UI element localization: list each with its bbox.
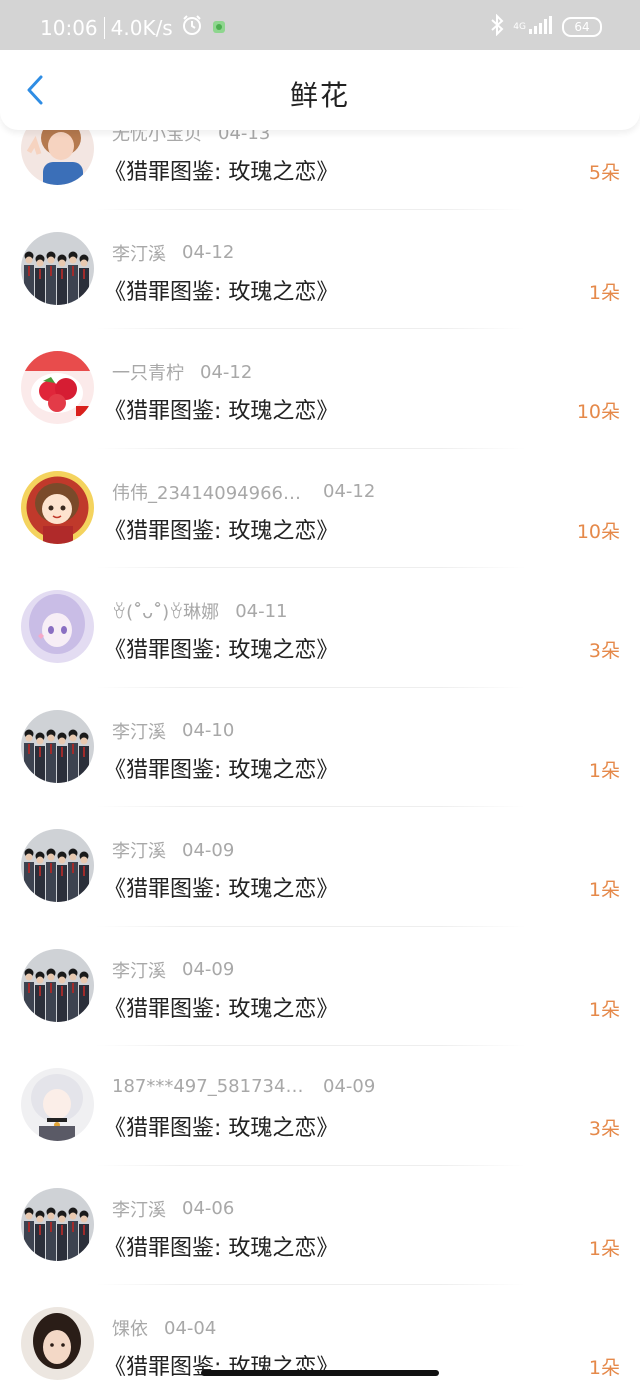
status-left: 10:06 4.0K/s <box>40 14 227 41</box>
record-meta: 187***497_5817340… 04-09 <box>112 1076 375 1097</box>
page-title: 鲜花 <box>289 79 350 112</box>
group-photo-avatar <box>21 231 94 305</box>
flower-count: 1朵 <box>588 1237 620 1260</box>
header: 鲜花 <box>0 50 640 130</box>
record-date: 04-09 <box>182 839 235 861</box>
list-item[interactable]: 李汀溪 04-09 《猎罪图鉴: 玫瑰之恋》 1朵 <box>0 807 640 927</box>
list-item[interactable]: 李汀溪 04-09 《猎罪图鉴: 玫瑰之恋》 1朵 <box>0 927 640 1046</box>
battery-level: 64 <box>574 20 590 34</box>
record-date: 04-12 <box>182 242 235 263</box>
flower-count: 1朵 <box>588 1357 620 1379</box>
flower-count: 1朵 <box>588 998 620 1021</box>
group-photo-avatar <box>21 709 94 783</box>
record-date: 04-12 <box>200 361 253 383</box>
user-name[interactable]: 李汀溪 <box>112 957 166 983</box>
user-name[interactable]: 李汀溪 <box>112 837 166 863</box>
record-date: 04-04 <box>164 1317 217 1339</box>
user-name[interactable]: 李汀溪 <box>112 1196 166 1222</box>
screen: 10:06 4.0K/s 4G 64 鲜花 无忧小宝贝 04-13 《猎罪图鉴:… <box>0 0 640 1387</box>
user-name[interactable]: 伟伟_234140949662… <box>112 479 307 505</box>
list-item[interactable]: ꈊ(˚̆ᴗ˚̆)ꈊ琳娜 04-11 《猎罪图鉴: 玫瑰之恋》 3朵 <box>0 568 640 688</box>
app-notification-icon <box>211 16 227 40</box>
record-meta: 馃依 04-04 <box>112 1315 216 1341</box>
group-photo-avatar <box>21 1187 94 1261</box>
record-date: 04-11 <box>235 600 288 622</box>
book-title: 《猎罪图鉴: 玫瑰之恋》 <box>104 399 339 424</box>
battery-icon: 64 <box>562 17 602 37</box>
avatar[interactable] <box>21 1187 94 1261</box>
avatar[interactable] <box>21 709 94 783</box>
record-date: 04-06 <box>182 1198 235 1219</box>
book-title: 《猎罪图鉴: 玫瑰之恋》 <box>104 1116 339 1141</box>
selfie-avatar <box>21 1307 94 1380</box>
signal-icon <box>528 15 552 39</box>
status-separator <box>103 16 105 39</box>
flower-count: 5朵 <box>588 162 620 184</box>
list-item[interactable]: 李汀溪 04-06 《猎罪图鉴: 玫瑰之恋》 1朵 <box>0 1166 640 1285</box>
flower-count: 1朵 <box>588 281 620 304</box>
record-meta: 李汀溪 04-06 <box>112 1196 234 1222</box>
avatar[interactable] <box>21 948 94 1022</box>
record-date: 04-12 <box>323 481 376 502</box>
record-meta: 李汀溪 04-09 <box>112 837 234 863</box>
avatar[interactable] <box>21 231 94 305</box>
list-item[interactable]: 李汀溪 04-10 《猎罪图鉴: 玫瑰之恋》 1朵 <box>0 688 640 807</box>
user-name[interactable]: ꈊ(˚̆ᴗ˚̆)ꈊ琳娜 <box>112 598 219 624</box>
avatar[interactable] <box>21 351 94 424</box>
record-meta: 李汀溪 04-12 <box>112 240 234 266</box>
user-name[interactable]: 馃依 <box>112 1315 148 1341</box>
user-name[interactable]: 李汀溪 <box>112 240 166 266</box>
flower-count: 1朵 <box>588 879 620 901</box>
user-name[interactable]: 187***497_5817340… <box>112 1076 307 1097</box>
flower-record-list: 无忧小宝贝 04-13 《猎罪图鉴: 玫瑰之恋》 5朵 李汀溪 04-12 《猎… <box>0 90 640 1387</box>
user-name[interactable]: 李汀溪 <box>112 718 166 744</box>
list-item[interactable]: 李汀溪 04-12 《猎罪图鉴: 玫瑰之恋》 1朵 <box>0 210 640 329</box>
record-meta: 李汀溪 04-09 <box>112 957 234 983</box>
user-name[interactable]: 一只青柠 <box>112 359 184 385</box>
record-date: 04-10 <box>182 720 235 741</box>
book-title: 《猎罪图鉴: 玫瑰之恋》 <box>104 279 339 305</box>
list-item[interactable]: 一只青柠 04-12 《猎罪图鉴: 玫瑰之恋》 10朵 <box>0 329 640 449</box>
list-item[interactable]: 伟伟_234140949662… 04-12 《猎罪图鉴: 玫瑰之恋》 10朵 <box>0 449 640 568</box>
record-date: 04-09 <box>323 1076 376 1097</box>
status-time: 10:06 <box>40 15 98 40</box>
avatar[interactable] <box>21 1068 94 1141</box>
group-photo-avatar <box>21 829 94 902</box>
book-title: 《猎罪图鉴: 玫瑰之恋》 <box>104 1235 339 1261</box>
book-title: 《猎罪图鉴: 玫瑰之恋》 <box>104 996 339 1022</box>
book-title: 《猎罪图鉴: 玫瑰之恋》 <box>104 877 339 902</box>
group-photo-avatar <box>21 948 94 1022</box>
record-meta: 李汀溪 04-10 <box>112 718 234 744</box>
anime-girl-avatar <box>21 590 94 663</box>
flower-count: 3朵 <box>588 640 620 662</box>
flower-count: 1朵 <box>588 759 620 782</box>
record-meta: 一只青柠 04-12 <box>112 359 252 385</box>
list-item[interactable]: 187***497_5817340… 04-09 《猎罪图鉴: 玫瑰之恋》 3朵 <box>0 1046 640 1166</box>
network-speed: 4.0K/s <box>110 15 173 40</box>
bluetooth-icon <box>489 13 505 40</box>
flower-count: 3朵 <box>588 1118 620 1140</box>
network-type: 4G <box>513 22 526 32</box>
avatar[interactable] <box>21 590 94 663</box>
status-right: 4G 64 <box>489 13 602 40</box>
book-title: 《猎罪图鉴: 玫瑰之恋》 <box>104 1355 339 1380</box>
alarm-icon <box>181 14 203 41</box>
strawberry-avatar <box>21 351 94 424</box>
book-title: 《猎罪图鉴: 玫瑰之恋》 <box>104 518 339 544</box>
avatar[interactable] <box>21 1307 94 1380</box>
book-title: 《猎罪图鉴: 玫瑰之恋》 <box>104 757 339 783</box>
book-title: 《猎罪图鉴: 玫瑰之恋》 <box>104 638 339 663</box>
status-bar: 10:06 4.0K/s 4G 64 <box>0 0 640 50</box>
avatar[interactable] <box>21 829 94 902</box>
record-date: 04-09 <box>182 959 235 980</box>
book-title: 《猎罪图鉴: 玫瑰之恋》 <box>104 160 339 185</box>
record-meta: 伟伟_234140949662… 04-12 <box>112 479 375 505</box>
anime-white-hair-avatar <box>21 1068 94 1141</box>
avatar[interactable] <box>21 470 94 544</box>
home-indicator[interactable] <box>201 1370 439 1376</box>
cartoon-girl-avatar <box>21 470 94 544</box>
flower-count: 10朵 <box>576 520 620 543</box>
record-meta: ꈊ(˚̆ᴗ˚̆)ꈊ琳娜 04-11 <box>112 598 288 624</box>
flower-count: 10朵 <box>576 401 620 423</box>
